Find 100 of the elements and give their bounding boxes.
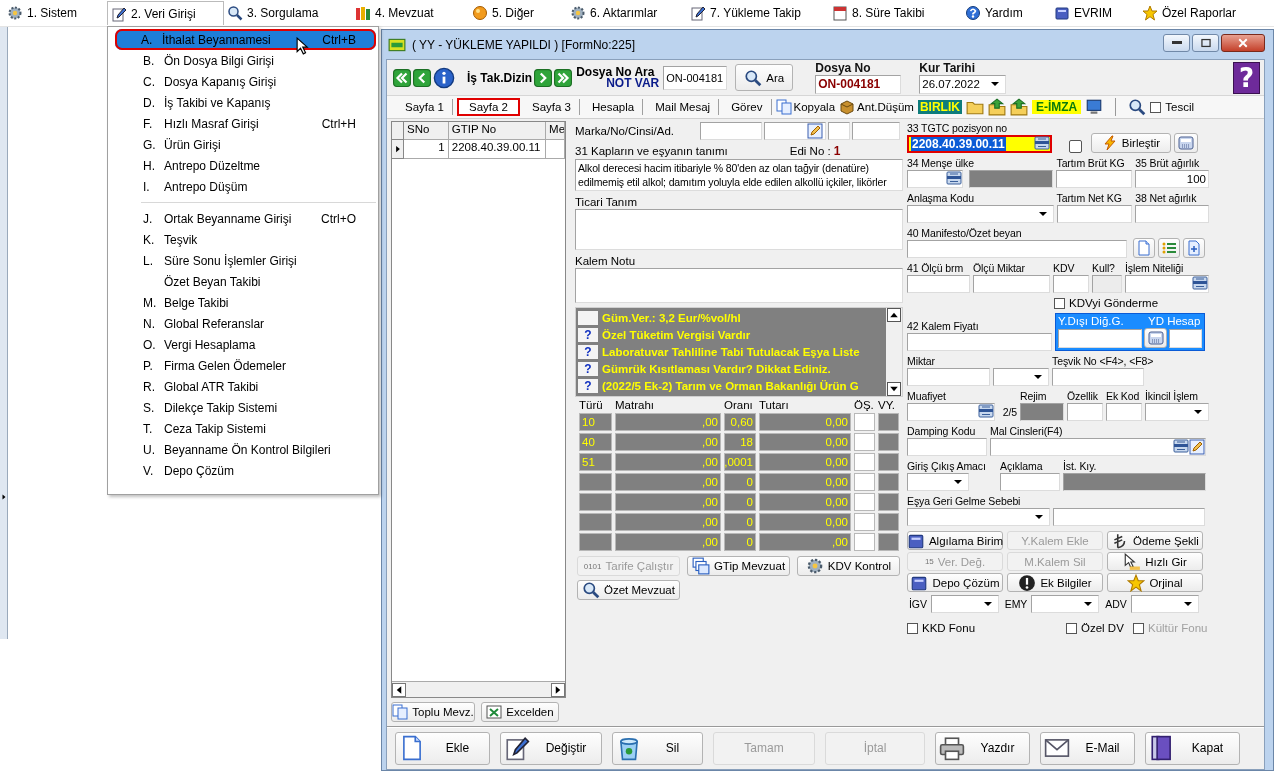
input-field[interactable] bbox=[1056, 170, 1133, 188]
menu-item[interactable]: O. Vergi Hesaplama bbox=[110, 334, 376, 355]
scroll-right-icon[interactable] bbox=[551, 682, 565, 697]
copy-button[interactable]: Kopyala bbox=[775, 99, 836, 115]
list-icon[interactable] bbox=[1173, 439, 1189, 455]
menu-item[interactable]: L. Süre Sonu İşlemler Girişi bbox=[110, 250, 376, 271]
checkbox[interactable]: KDVyi Gönderme bbox=[1054, 297, 1159, 309]
action-button[interactable]: Ödeme Şekli bbox=[1107, 531, 1203, 550]
lookup-field[interactable] bbox=[907, 403, 995, 421]
scroll-left-icon[interactable] bbox=[392, 682, 406, 697]
input-field[interactable] bbox=[907, 240, 1127, 258]
list-icon[interactable] bbox=[977, 404, 994, 420]
lookup-field[interactable] bbox=[990, 438, 1206, 456]
star-icon[interactable] bbox=[1142, 5, 1158, 21]
menu-item[interactable]: 8. Süre Takibi bbox=[829, 1, 962, 25]
checkbox[interactable]: Tescil bbox=[1150, 101, 1195, 113]
blank-button[interactable] bbox=[578, 310, 598, 325]
file-number-field[interactable]: ON-004181 bbox=[815, 74, 902, 94]
action-button[interactable]: Ek Bilgiler bbox=[1007, 573, 1103, 592]
menu-item[interactable]: P. Firma Gelen Ödemeler bbox=[110, 355, 376, 376]
search-field[interactable]: ON-004181 bbox=[663, 65, 728, 90]
input-field[interactable] bbox=[1169, 328, 1202, 348]
input-field[interactable] bbox=[1106, 403, 1142, 421]
action-button[interactable]: Sil bbox=[612, 731, 703, 765]
badge[interactable]: E-İMZA bbox=[1031, 100, 1082, 114]
action-button[interactable]: Kapat bbox=[1145, 731, 1240, 765]
input-field[interactable] bbox=[852, 122, 901, 140]
menu-item[interactable]: I. Antrepo Düşüm bbox=[110, 176, 376, 197]
list-icon[interactable] bbox=[946, 171, 962, 187]
scroll-up-icon[interactable] bbox=[887, 308, 901, 322]
add-button[interactable] bbox=[1183, 238, 1205, 258]
close-button[interactable] bbox=[1221, 33, 1265, 52]
input-field[interactable] bbox=[1053, 275, 1089, 293]
checkbox[interactable]: Özel DV bbox=[1066, 622, 1130, 634]
menu-item[interactable]: M. Belge Takibi bbox=[110, 292, 376, 313]
help-circle-icon[interactable] bbox=[965, 5, 981, 21]
action-button[interactable]: Değiştir bbox=[500, 731, 602, 765]
help-button[interactable]: ? bbox=[578, 327, 598, 342]
checkbox[interactable]: KKD Fonu bbox=[907, 622, 1063, 634]
tab[interactable]: Hesapla bbox=[584, 99, 644, 115]
input-field[interactable] bbox=[700, 122, 763, 140]
document-button[interactable] bbox=[1133, 238, 1155, 258]
menu-item[interactable]: 6. Aktarımlar bbox=[567, 1, 687, 25]
calculator-button[interactable] bbox=[1174, 133, 1198, 153]
menu-item[interactable]: F. Hızlı Masraf Girişi Ctrl+H bbox=[110, 113, 376, 134]
action-button[interactable]: Ekle bbox=[395, 731, 490, 765]
list-icon[interactable] bbox=[1192, 276, 1208, 292]
table-cell[interactable] bbox=[854, 533, 875, 551]
help-button[interactable]: ? bbox=[1233, 61, 1260, 94]
info-icon[interactable] bbox=[433, 66, 455, 89]
table-row[interactable]: 1 2208.40.39.00.11 bbox=[392, 140, 565, 159]
text-area[interactable] bbox=[575, 268, 903, 303]
calculator-button[interactable] bbox=[1144, 328, 1168, 348]
scrollbar[interactable] bbox=[886, 308, 902, 396]
menu-item[interactable]: Yardım bbox=[962, 1, 1051, 25]
menu-item[interactable]: 3. Sorgulama bbox=[224, 1, 352, 25]
tab[interactable]: Sayfa 3 bbox=[524, 99, 580, 115]
menu-item[interactable]: H. Antrepo Düzeltme bbox=[110, 155, 376, 176]
edit-icon[interactable] bbox=[807, 123, 824, 139]
menu-item[interactable]: A. İthalat Beyannamesi Ctrl+B bbox=[115, 29, 376, 50]
lookup-field[interactable] bbox=[907, 170, 963, 188]
menu-item[interactable]: K. Teşvik bbox=[110, 229, 376, 250]
action-button[interactable]: GTip Mevzuat bbox=[687, 556, 790, 576]
input-field[interactable] bbox=[1000, 473, 1060, 491]
input-field[interactable] bbox=[828, 122, 851, 140]
checkbox[interactable] bbox=[1069, 140, 1082, 153]
help-button[interactable]: ? bbox=[578, 378, 598, 393]
tab[interactable]: Sayfa 2 bbox=[457, 98, 520, 116]
checkbox-box[interactable] bbox=[1054, 297, 1065, 309]
input-field[interactable] bbox=[764, 122, 827, 140]
menu-item[interactable]: S. Dilekçe Takip Sistemi bbox=[110, 397, 376, 418]
import-button[interactable]: Excelden bbox=[481, 702, 559, 722]
tab[interactable]: Sayfa 1 bbox=[397, 99, 453, 115]
description-text[interactable]: Alkol derecesi hacim itibariyle % 80'den az olan tağyir (denatüre) edilmemiş etil alkol; damıtım yoluyla elde edilen alkollü içkiler, likörler bbox=[575, 159, 903, 191]
search-button[interactable]: Ara bbox=[735, 64, 794, 91]
gear-icon[interactable] bbox=[7, 5, 23, 21]
table-cell[interactable] bbox=[854, 513, 875, 531]
action-button[interactable]: Yazdır bbox=[935, 731, 1030, 765]
menu-item[interactable]: R. Global ATR Takibi bbox=[110, 376, 376, 397]
input-field[interactable] bbox=[1058, 328, 1143, 348]
monitor-icon[interactable] bbox=[1085, 98, 1104, 116]
tariff-code-field[interactable]: 2208.40.39.00.11 bbox=[907, 135, 1052, 153]
pencil-icon[interactable] bbox=[111, 5, 127, 22]
table-cell[interactable] bbox=[854, 453, 875, 471]
action-button[interactable]: Özet Mevzuat bbox=[577, 580, 680, 600]
magnifier-icon[interactable] bbox=[227, 5, 243, 21]
menu-item[interactable]: J. Ortak Beyanname Girişi Ctrl+O bbox=[110, 208, 376, 229]
action-button[interactable]: E-Mail bbox=[1040, 731, 1135, 765]
input-field[interactable] bbox=[1067, 403, 1103, 421]
scrollbar[interactable] bbox=[392, 681, 565, 697]
help-button[interactable]: ? bbox=[578, 361, 598, 376]
merge-button[interactable]: Birleştir bbox=[1091, 133, 1171, 153]
input-field[interactable] bbox=[907, 275, 970, 293]
input-field[interactable] bbox=[1053, 508, 1205, 526]
menu-item[interactable]: 5. Diğer bbox=[469, 1, 567, 25]
menu-item[interactable]: 1. Sistem bbox=[4, 1, 107, 25]
scroll-down-icon[interactable] bbox=[887, 382, 901, 396]
input-field[interactable]: 100 bbox=[1135, 170, 1209, 188]
action-button[interactable]: Hızlı Gir bbox=[1107, 552, 1203, 571]
menu-item[interactable]: 7. Yükleme Takip bbox=[687, 1, 829, 25]
